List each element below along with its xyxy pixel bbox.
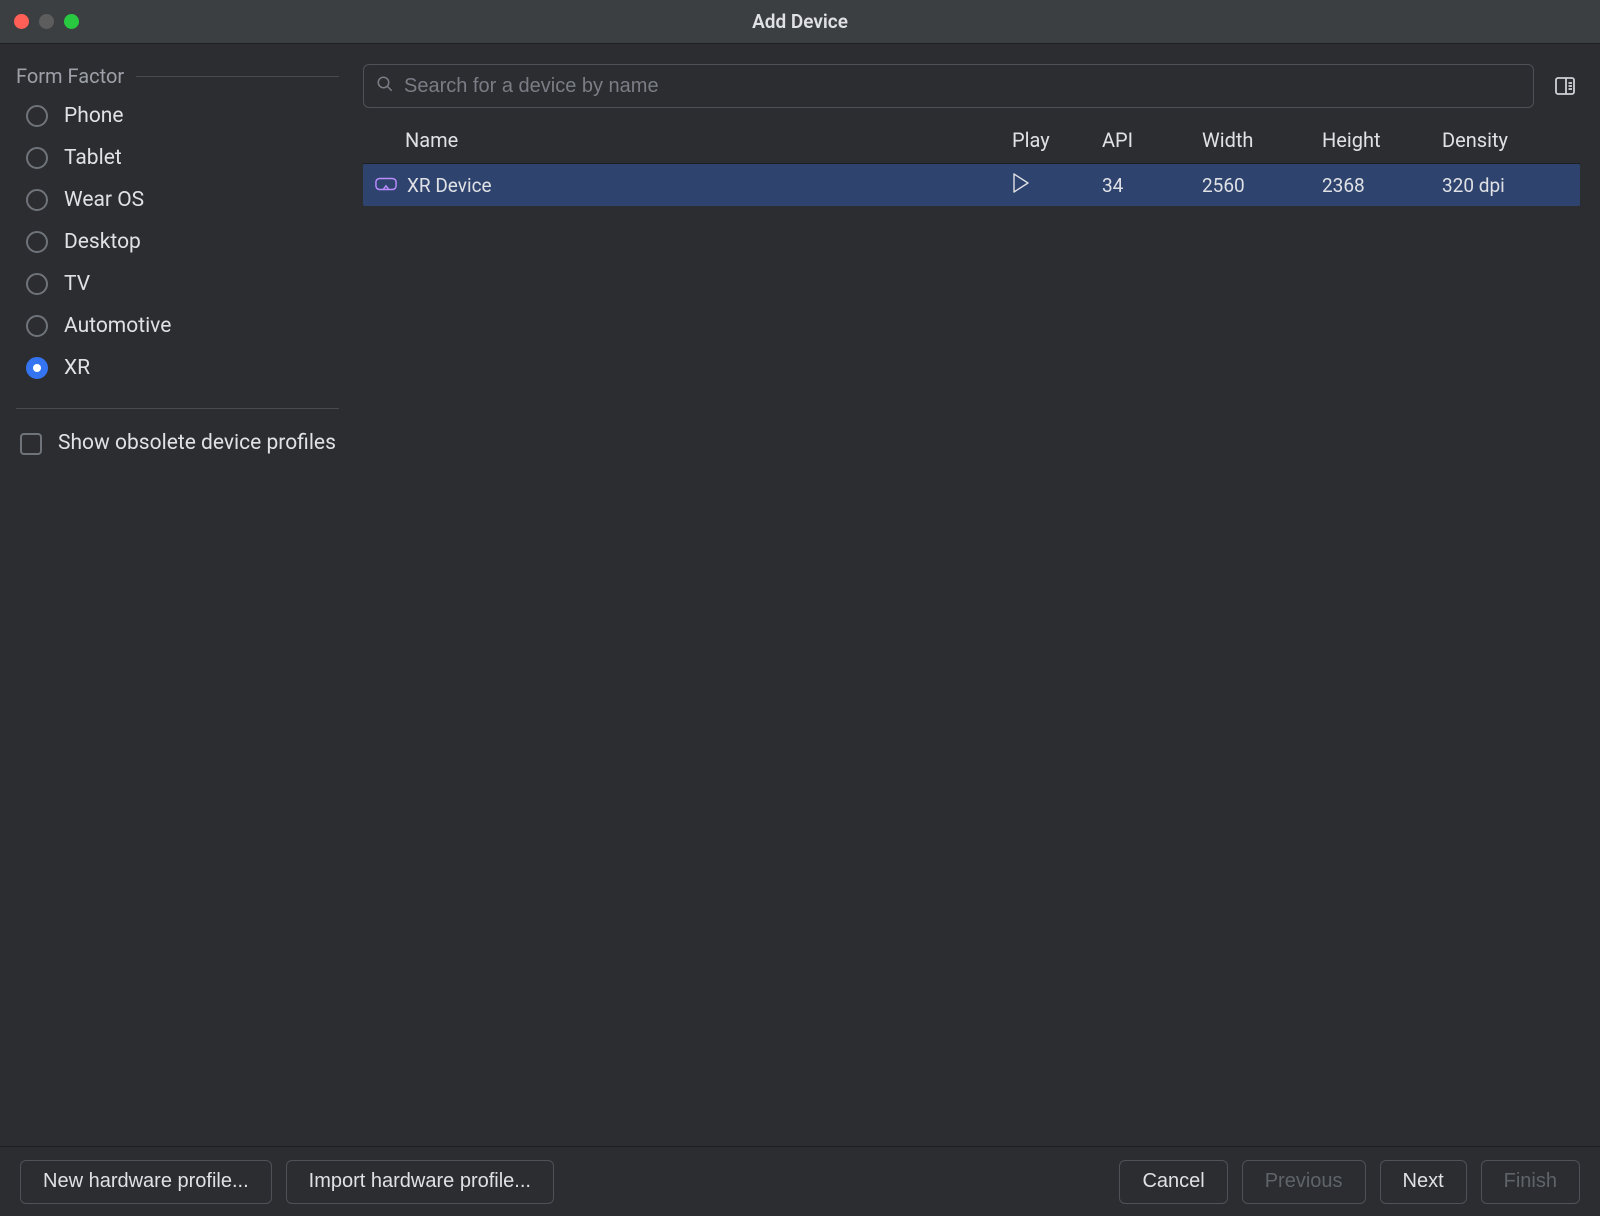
table-header: Name Play API Width Height Density	[363, 116, 1580, 164]
radio-dot-icon	[33, 364, 41, 372]
divider	[136, 76, 339, 77]
radio-tablet[interactable]: Tablet	[26, 146, 339, 170]
sidebar: Form Factor Phone Tablet Wear OS Desktop	[0, 44, 355, 1146]
detail-panel-icon	[1553, 74, 1577, 98]
cell-api: 34	[1102, 174, 1202, 197]
search-box[interactable]	[363, 64, 1534, 108]
form-factor-radio-list: Phone Tablet Wear OS Desktop TV Automoti…	[16, 104, 339, 380]
radio-phone[interactable]: Phone	[26, 104, 339, 128]
radio-label: TV	[64, 272, 90, 296]
titlebar: Add Device	[0, 0, 1600, 44]
radio-xr[interactable]: XR	[26, 356, 339, 380]
th-width[interactable]: Width	[1202, 128, 1322, 152]
footer: New hardware profile... Import hardware …	[0, 1146, 1600, 1216]
th-height[interactable]: Height	[1322, 128, 1442, 152]
radio-wear-os[interactable]: Wear OS	[26, 188, 339, 212]
checkbox-label: Show obsolete device profiles	[58, 429, 336, 458]
search-row	[363, 64, 1580, 108]
th-play[interactable]: Play	[1012, 128, 1102, 152]
play-store-icon	[1012, 175, 1030, 198]
minimize-window-button[interactable]	[39, 14, 54, 29]
radio-label: Phone	[64, 104, 124, 128]
divider	[16, 408, 339, 409]
finish-button[interactable]: Finish	[1481, 1160, 1580, 1204]
cell-height: 2368	[1322, 174, 1442, 197]
th-api[interactable]: API	[1102, 128, 1202, 152]
radio-automotive[interactable]: Automotive	[26, 314, 339, 338]
radio-label: XR	[64, 356, 90, 380]
cell-name: XR Device	[371, 174, 1012, 197]
radio-label: Tablet	[64, 146, 122, 170]
close-window-button[interactable]	[14, 14, 29, 29]
toggle-detail-panel-button[interactable]	[1550, 71, 1580, 101]
radio-circle-icon	[26, 189, 48, 211]
import-hardware-profile-button[interactable]: Import hardware profile...	[286, 1160, 554, 1204]
radio-label: Automotive	[64, 314, 171, 338]
radio-circle-icon	[26, 147, 48, 169]
cell-density: 320 dpi	[1442, 174, 1572, 197]
new-hardware-profile-button[interactable]: New hardware profile...	[20, 1160, 272, 1204]
sidebar-header: Form Factor	[16, 64, 339, 88]
xr-device-icon	[375, 174, 397, 197]
th-density[interactable]: Density	[1442, 128, 1572, 152]
checkbox-icon	[20, 433, 42, 455]
search-icon	[376, 74, 394, 98]
previous-button[interactable]: Previous	[1242, 1160, 1366, 1204]
radio-desktop[interactable]: Desktop	[26, 230, 339, 254]
cell-width: 2560	[1202, 174, 1322, 197]
radio-label: Wear OS	[64, 188, 144, 212]
content: Form Factor Phone Tablet Wear OS Desktop	[0, 44, 1600, 1146]
radio-circle-icon	[26, 315, 48, 337]
radio-label: Desktop	[64, 230, 141, 254]
device-table: Name Play API Width Height Density XR De…	[363, 116, 1580, 1146]
th-name[interactable]: Name	[371, 128, 1012, 152]
radio-circle-selected-icon	[26, 357, 48, 379]
form-factor-label: Form Factor	[16, 64, 124, 88]
traffic-lights	[0, 14, 79, 29]
main-panel: Name Play API Width Height Density XR De…	[355, 44, 1600, 1146]
radio-circle-icon	[26, 105, 48, 127]
next-button[interactable]: Next	[1380, 1160, 1467, 1204]
radio-tv[interactable]: TV	[26, 272, 339, 296]
window-title: Add Device	[752, 10, 848, 33]
radio-circle-icon	[26, 231, 48, 253]
table-row[interactable]: XR Device 34 2560 2368 320 dpi	[363, 164, 1580, 206]
cell-play	[1012, 173, 1102, 198]
search-input[interactable]	[404, 75, 1521, 98]
radio-circle-icon	[26, 273, 48, 295]
device-name: XR Device	[407, 174, 492, 197]
cancel-button[interactable]: Cancel	[1119, 1160, 1227, 1204]
obsolete-profiles-checkbox[interactable]: Show obsolete device profiles	[16, 429, 339, 458]
maximize-window-button[interactable]	[64, 14, 79, 29]
